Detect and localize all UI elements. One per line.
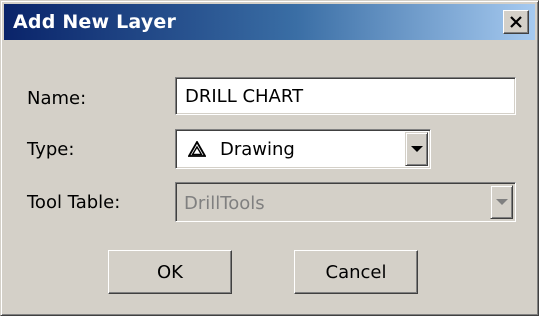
name-input[interactable]: DRILL CHART xyxy=(175,77,516,115)
tool-table-dropdown: DrillTools xyxy=(175,182,516,222)
add-new-layer-dialog: Add New Layer Name: DRILL CHART Type: Dr… xyxy=(0,0,539,316)
close-x-icon xyxy=(510,16,522,28)
chevron-down-icon xyxy=(410,146,423,152)
type-dropdown-value: Drawing xyxy=(220,139,295,160)
name-input-value: DRILL CHART xyxy=(185,86,304,107)
chevron-down-icon xyxy=(495,199,508,205)
close-button[interactable] xyxy=(503,10,529,34)
type-dropdown[interactable]: Drawing xyxy=(175,129,431,169)
tool-table-dropdown-button xyxy=(490,185,513,219)
drawing-triangle-icon xyxy=(188,141,206,157)
title-bar[interactable]: Add New Layer xyxy=(4,4,535,40)
tool-table-dropdown-value: DrillTools xyxy=(184,193,265,214)
cancel-button[interactable]: Cancel xyxy=(294,250,418,294)
tool-table-label: Tool Table: xyxy=(27,192,121,213)
dialog-title: Add New Layer xyxy=(13,11,177,33)
ok-button[interactable]: OK xyxy=(108,250,232,294)
ok-button-label: OK xyxy=(157,261,183,283)
name-label: Name: xyxy=(27,88,87,109)
cancel-button-label: Cancel xyxy=(325,261,387,283)
type-dropdown-button[interactable] xyxy=(405,132,428,166)
type-label: Type: xyxy=(27,139,75,160)
